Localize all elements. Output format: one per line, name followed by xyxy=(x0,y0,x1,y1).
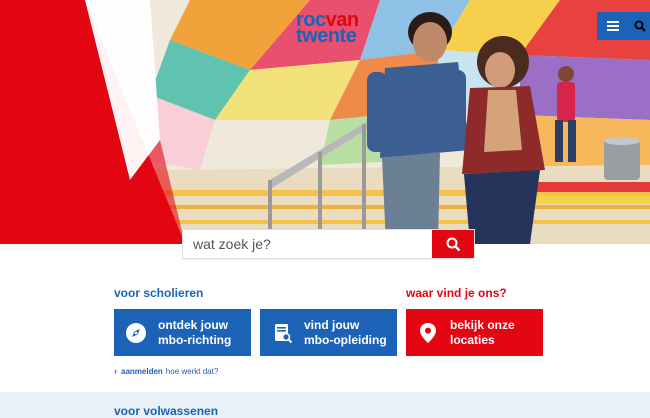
top-search-button[interactable] xyxy=(629,12,650,40)
signup-link-row[interactable]: › aanmelden hoe werkt dat? xyxy=(114,366,218,376)
signup-link[interactable]: aanmelden xyxy=(121,367,163,376)
search-bar xyxy=(182,229,475,259)
volwassenen-heading: voor volwassenen xyxy=(114,404,219,418)
hamburger-icon xyxy=(607,21,619,31)
signup-hint[interactable]: hoe werkt dat? xyxy=(166,367,218,376)
search-submit-button[interactable] xyxy=(432,230,474,258)
discover-direction-button[interactable]: ontdek jouw mbo-richting xyxy=(114,309,251,356)
book-search-icon xyxy=(270,321,294,345)
search-input[interactable] xyxy=(183,230,432,258)
top-actions xyxy=(597,12,650,40)
menu-button[interactable] xyxy=(597,12,629,40)
compass-icon xyxy=(124,321,148,345)
find-education-label: vind jouw mbo-opleiding xyxy=(304,317,387,347)
volwassenen-section: voor volwassenen xyxy=(0,392,650,418)
hero-banner: rocvan twente xyxy=(0,0,650,244)
search-icon xyxy=(446,237,460,251)
locations-heading: waar vind je ons? xyxy=(406,286,507,300)
chevron-right-icon: › xyxy=(114,366,117,376)
scholieren-heading: voor scholieren xyxy=(114,286,204,300)
view-locations-button[interactable]: bekijk onze locaties xyxy=(406,309,543,356)
find-education-button[interactable]: vind jouw mbo-opleiding xyxy=(260,309,397,356)
logo-twente: twente xyxy=(296,25,357,47)
view-locations-label: bekijk onze locaties xyxy=(450,317,515,347)
discover-direction-label: ontdek jouw mbo-richting xyxy=(158,317,232,347)
location-pin-icon xyxy=(416,321,440,345)
search-icon xyxy=(634,20,646,32)
site-logo[interactable]: rocvan twente xyxy=(296,10,370,47)
